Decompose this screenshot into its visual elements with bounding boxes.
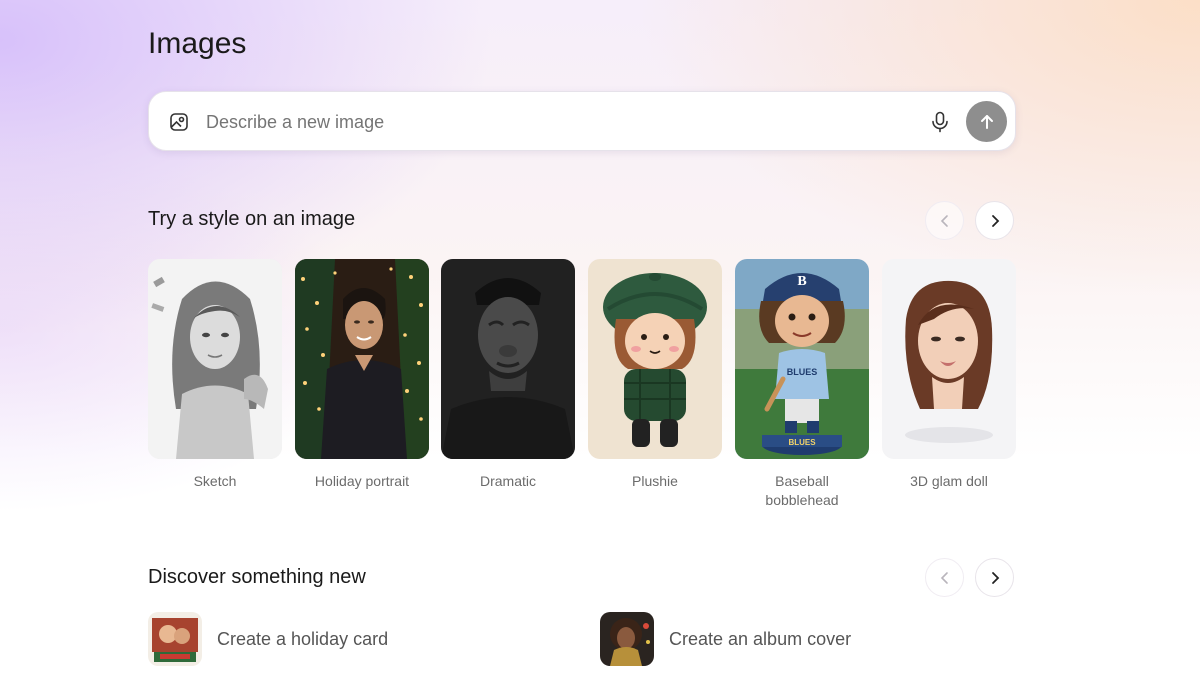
style-label: 3D glam doll [910,473,988,489]
send-button[interactable] [966,101,1007,142]
style-carousel: Sketch Holiday portrait Dramatic Plushie… [148,259,1016,519]
chevron-left-icon [940,571,948,584]
style-card-holiday-portrait[interactable]: Holiday portrait [295,259,429,491]
style-label: Holiday portrait [314,473,410,489]
holiday-card-thumbnail [148,612,202,666]
prompt-input[interactable] [206,108,906,136]
style-label: Dramatic [479,473,536,489]
prompt-box [148,91,1016,151]
plushie-thumbnail [588,259,722,459]
style-card-baseball-bobblehead[interactable]: B BLUES BLUES Baseball bobblehead [735,259,869,510]
discover-next-button[interactable] [975,558,1014,597]
discover-item-holiday-card[interactable]: Create a holiday card [148,612,388,666]
baseball-bobblehead-thumbnail: B BLUES BLUES [735,259,869,459]
discover-item-label: Create a holiday card [217,628,389,649]
styles-prev-button[interactable] [925,201,964,240]
style-card-3d-glam-doll[interactable]: 3D glam doll [882,259,1016,491]
style-label: Plushie [632,473,678,489]
svg-text:BLUES: BLUES [787,367,818,377]
styles-next-button[interactable] [975,201,1014,240]
discover-section-title: Discover something new [148,566,366,588]
3d-glam-doll-thumbnail [882,259,1016,459]
holiday-portrait-thumbnail [295,259,429,459]
style-card-dramatic[interactable]: Dramatic [441,259,575,491]
chevron-left-icon [940,214,948,227]
style-label: Sketch [193,473,237,489]
style-card-sketch[interactable]: Sketch [148,259,282,491]
discover-prev-button[interactable] [925,558,964,597]
style-label: Baseball bobblehead [765,473,839,508]
chevron-right-icon [991,214,999,227]
style-card-plushie[interactable]: Plushie [588,259,722,491]
page-title: Images [148,27,247,60]
svg-text:BLUES: BLUES [788,438,816,447]
sketch-thumbnail [148,259,282,459]
discover-item-album-cover[interactable]: Create an album cover [600,612,851,666]
styles-section-title: Try a style on an image [148,208,356,230]
discover-item-label: Create an album cover [669,628,852,649]
image-icon[interactable] [169,112,189,132]
dramatic-thumbnail [441,259,575,459]
chevron-right-icon [991,571,999,584]
svg-text:B: B [797,274,806,289]
arrow-up-icon [980,114,993,129]
album-cover-thumbnail [600,612,654,666]
microphone-icon[interactable] [927,109,953,135]
